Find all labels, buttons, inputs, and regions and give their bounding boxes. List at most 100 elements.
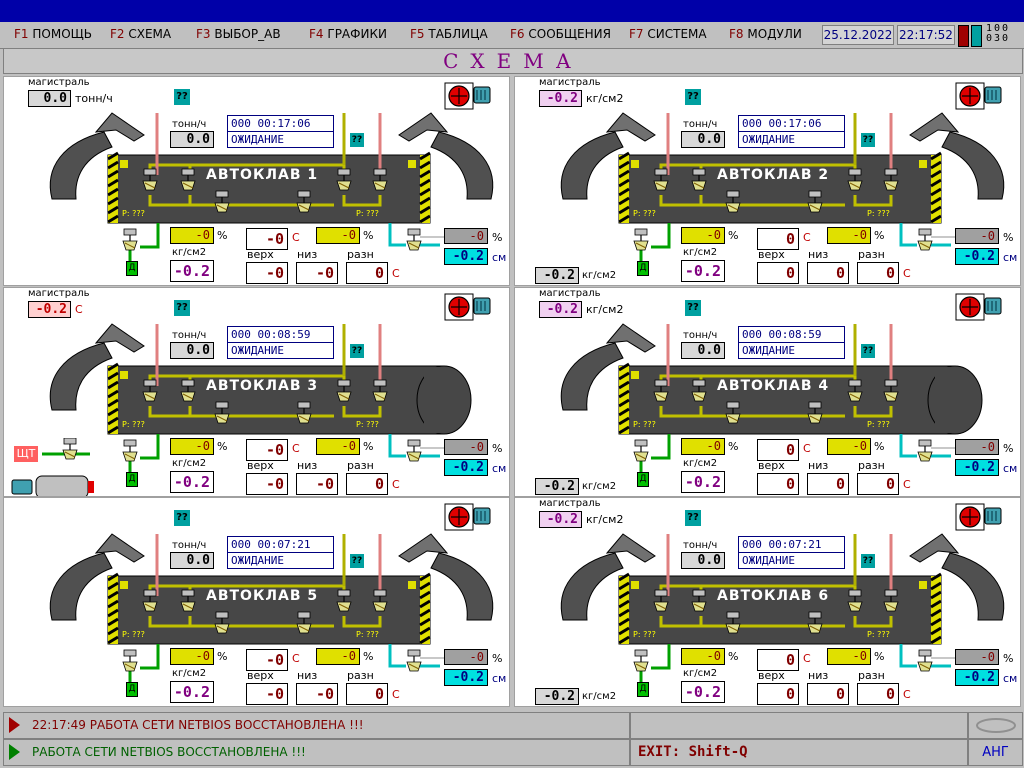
temp-low: 0 (807, 683, 849, 705)
autoclave-panel-3[interactable]: магистраль -0.2 С?? тонн/ч 0.0 000 00:08:59 ОЖ… (3, 287, 510, 497)
flow-value: 0.0 (170, 342, 214, 359)
time-display: 22:17:52 (897, 25, 955, 45)
right-percent: -0 (444, 439, 488, 455)
menu-system[interactable]: F7 СИСТЕМА (629, 27, 707, 41)
temp-diff-label: разн (858, 248, 885, 261)
temp-top-left: -0 (246, 439, 288, 461)
ext-pressure-value: -0.2 (535, 688, 579, 705)
menu-messages[interactable]: F6 СООБЩЕНИЯ (510, 27, 611, 41)
pressure-value: -0.2 (681, 260, 725, 282)
p-label-right: P: ??? (356, 630, 379, 639)
pct-unit: % (728, 440, 739, 453)
valve1-percent: -0 (170, 227, 214, 244)
process-status: ОЖИДАНИЕ (742, 344, 795, 357)
alarm-indicator (958, 25, 969, 47)
pressure-value: -0.2 (170, 260, 214, 282)
autoclave-panel-6[interactable]: магистраль -0.2 кг/см2?? тонн/ч 0.0 000 00:07… (514, 497, 1021, 707)
language-button[interactable]: АНГ (968, 739, 1023, 766)
menu-graphs[interactable]: F4 ГРАФИКИ (309, 27, 387, 41)
temp-top-left: 0 (757, 228, 799, 250)
unknown-status-badge: ?? (174, 300, 190, 316)
temp-diff-label: разн (347, 459, 374, 472)
valve2-percent: -0 (827, 438, 871, 455)
valve-unknown-badge: ?? (861, 344, 875, 358)
process-status: ОЖИДАНИЕ (231, 344, 284, 357)
main-line-label: магистраль (28, 288, 90, 299)
temp-top-left: -0 (246, 649, 288, 671)
flow-unit-label: тонн/ч (172, 330, 207, 341)
temp-low-label: низ (808, 669, 829, 682)
main-line-unit: тонн/ч (75, 92, 113, 105)
p-label-left: P: ??? (122, 420, 145, 429)
menu-help[interactable]: F1 ПОМОЩЬ (14, 27, 92, 41)
level-value: -0.2 (444, 459, 488, 476)
autoclave-name: АВТОКЛАВ 6 (717, 588, 830, 604)
menu-scheme[interactable]: F2 СХЕМА (110, 27, 171, 41)
pressure-unit-label: кг/см2 (172, 458, 207, 469)
temp-low: 0 (807, 473, 849, 495)
process-status: ОЖИДАНИЕ (231, 554, 284, 567)
status-alarm-text: 22:17:49 РАБОТА СЕТИ NETBIOS ВОССТАНОВЛЕ… (32, 718, 364, 732)
process-timer: 000 00:17:06 ОЖИДАНИЕ (227, 115, 334, 148)
temp-low: -0 (296, 683, 338, 705)
temp-diff-label: разн (347, 248, 374, 261)
process-timer: 000 00:08:59 ОЖИДАНИЕ (227, 326, 334, 359)
p-label-right: P: ??? (867, 209, 890, 218)
main-line-value: -0.2 (539, 301, 582, 318)
temp-low-label: низ (297, 459, 318, 472)
title-bar (0, 0, 1024, 22)
right-percent: -0 (444, 649, 488, 665)
flow-value: 0.0 (681, 131, 725, 148)
arrow-right-icon (9, 744, 20, 760)
process-status: ОЖИДАНИЕ (231, 133, 284, 146)
temp-top-label: верх (758, 248, 785, 261)
temp-low-label: низ (297, 248, 318, 261)
temp-top-label: верх (247, 248, 274, 261)
status-info-text: РАБОТА СЕТИ NETBIOS ВОССТАНОВЛЕНА !!! (32, 745, 306, 759)
main-line-unit: кг/см2 (586, 303, 624, 316)
level-value: -0.2 (955, 459, 999, 476)
p-label-left: P: ??? (633, 209, 656, 218)
flow-value: 0.0 (170, 552, 214, 569)
main-line-value: -0.2 (28, 301, 71, 318)
autoclave-panel-4[interactable]: магистраль -0.2 кг/см2?? тонн/ч 0.0 000 00:08… (514, 287, 1021, 497)
p-label-right: P: ??? (867, 630, 890, 639)
autoclave-panel-1[interactable]: магистраль 0.0 тонн/ч?? тонн/ч 0.0 000 00:17:… (3, 76, 510, 286)
temp-low-label: низ (808, 459, 829, 472)
pressure-unit-label: кг/см2 (683, 247, 718, 258)
p-label-right: P: ??? (867, 420, 890, 429)
flow-unit-label: тонн/ч (172, 119, 207, 130)
menu-modules[interactable]: F8 МОДУЛИ (729, 27, 802, 41)
temp-top: 0 (757, 262, 799, 284)
drain-indicator: Д (126, 261, 138, 276)
autoclave-name: АВТОКЛАВ 2 (717, 167, 830, 183)
pressure-value: -0.2 (170, 681, 214, 703)
valve2-percent: -0 (316, 648, 360, 665)
unknown-status-badge: ?? (685, 510, 701, 526)
autoclave-panel-5[interactable]: ?? тонн/ч 0.0 000 00:07:21 ОЖИДАНИЕ?? АВТОКЛА… (3, 497, 510, 707)
temp-diff: 0 (857, 473, 899, 495)
temp-low: 0 (807, 262, 849, 284)
valve-unknown-badge: ?? (350, 554, 364, 568)
main-line-label: магистраль (539, 498, 601, 509)
menu-table[interactable]: F5 ТАБЛИЦА (410, 27, 488, 41)
process-timer: 000 00:07:21 ОЖИДАНИЕ (738, 536, 845, 569)
valve1-percent: -0 (681, 227, 725, 244)
temp-low: -0 (296, 473, 338, 495)
autoclave-panel-2[interactable]: магистраль -0.2 кг/см2?? тонн/ч 0.0 000 00:17… (514, 76, 1021, 286)
drain-indicator: Д (126, 472, 138, 487)
menu-select-av[interactable]: F3 ВЫБОР_АВ (196, 27, 281, 41)
arrow-right-icon (9, 717, 20, 733)
valve2-percent: -0 (827, 227, 871, 244)
temp-top-label: верх (758, 459, 785, 472)
valve-unknown-badge: ?? (350, 344, 364, 358)
temp-top: -0 (246, 473, 288, 495)
unknown-status-badge: ?? (685, 89, 701, 105)
right-percent: -0 (444, 228, 488, 244)
main-line-value: 0.0 (28, 90, 71, 107)
pct-unit: % (217, 440, 228, 453)
temp-top-label: верх (247, 669, 274, 682)
pressure-value: -0.2 (170, 471, 214, 493)
p-label-right: P: ??? (356, 420, 379, 429)
unknown-status-badge: ?? (174, 510, 190, 526)
